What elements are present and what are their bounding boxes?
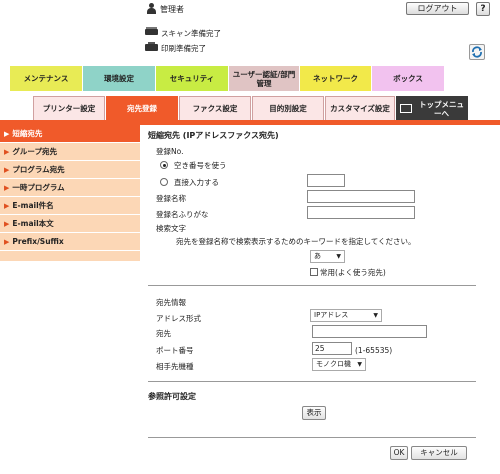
sidebar-item-label: E-mail本文 [12,219,54,228]
sidebar-item-speed-dial[interactable]: ▶ 短縮宛先 [0,125,140,143]
dest-info-label: 宛先情報 [156,298,186,307]
sidebar-item-program[interactable]: ▶ プログラム宛先 [0,161,140,179]
divider [148,437,476,438]
sidebar-item-prefix-suffix[interactable]: ▶ Prefix/Suffix [0,233,140,251]
search-label: 検索文字 [156,224,186,233]
chevron-down-icon: ▼ [373,312,378,319]
sidebar-item-temp-program[interactable]: ▶ 一時プログラム [0,179,140,197]
addr-format-label: アドレス形式 [156,314,201,323]
subtab-address-registration[interactable]: 宛先登録 [106,96,178,120]
tab-box[interactable]: ボックス [372,66,445,91]
subtab-top-menu-label: トップメニューへ [419,99,464,118]
sidebar-item-email-subject[interactable]: ▶ E-mail件名 [0,197,140,215]
user-label: 管理者 [160,5,184,14]
reg-furigana-input[interactable] [307,206,415,219]
display-button[interactable]: 表示 [302,406,326,420]
subtab-purpose-settings[interactable]: 目的別設定 [252,96,324,120]
subtab-customize-settings[interactable]: カスタマイズ設定 [325,96,395,120]
refresh-icon [472,46,482,58]
search-description: 宛先を登録名称で検索表示するためのキーワードを指定してください。 [176,237,416,246]
reg-no-label: 登録No. [156,147,184,156]
sidebar-item-label: 一時プログラム [12,183,65,192]
port-input[interactable]: 25 [312,342,352,355]
sidebar-item-label: Prefix/Suffix [12,237,64,246]
reg-name-label: 登録名称 [156,194,186,203]
printer-icon [145,42,158,52]
monitor-icon [400,104,412,113]
user-icon [146,3,156,14]
tab-environment[interactable]: 環境設定 [83,66,156,91]
sidebar-item-email-body[interactable]: ▶ E-mail本文 [0,215,140,233]
dest-input[interactable] [312,325,427,338]
sidebar-item-label: 短縮宛先 [12,129,43,138]
search-char-select[interactable]: あ ▼ [310,250,345,263]
arrow-right-icon: ▶ [4,166,10,174]
ref-section-label: 参照許可設定 [148,392,196,401]
logout-button[interactable]: ログアウト [406,2,469,15]
scanner-icon [145,27,158,37]
sidebar-item-label: E-mail件名 [12,201,54,210]
arrow-right-icon: ▶ [4,202,10,210]
sidebar-item-label: プログラム宛先 [12,165,65,174]
arrow-right-icon: ▶ [4,238,10,246]
subtab-fax-settings[interactable]: ファクス設定 [179,96,251,120]
frequent-label: 常用(よく使う宛先) [320,268,386,277]
tab-user-auth[interactable]: ユーザー認証/部門管理 [229,66,300,91]
help-button[interactable]: ? [476,2,490,16]
radio-manual-label: 直接入力する [174,178,219,187]
radio-auto-label: 空き番号を使う [174,161,227,170]
arrow-right-icon: ▶ [4,148,10,156]
print-status: 印刷準備完了 [161,44,206,53]
port-label: ポート番号 [156,346,194,355]
tab-maintenance[interactable]: メンテナンス [10,66,83,91]
addr-format-value: IPアドレス [314,311,349,319]
reg-name-input[interactable] [307,190,415,203]
device-select[interactable]: モノクロ機 ▼ [312,358,366,371]
chevron-down-icon: ▼ [336,253,341,260]
port-range: (1-65535) [355,346,393,355]
ok-button[interactable]: OK [390,446,408,460]
tab-network[interactable]: ネットワーク [300,66,372,91]
radio-use-free-number[interactable] [160,161,168,169]
device-value: モノクロ機 [316,360,351,368]
reg-no-input[interactable] [307,174,345,187]
cancel-button[interactable]: キャンセル [411,446,467,460]
sidebar-fill [0,251,140,261]
arrow-right-icon: ▶ [4,130,10,138]
form-title: 短縮宛先 (IPアドレスファクス宛先) [148,131,279,140]
divider [148,285,476,286]
reg-furigana-label: 登録名ふりがな [156,210,209,219]
dest-label: 宛先 [156,329,171,338]
divider [148,381,476,382]
arrow-right-icon: ▶ [4,220,10,228]
device-label: 相手先機種 [156,362,194,371]
radio-manual-number[interactable] [160,178,168,186]
refresh-button[interactable] [469,44,485,60]
sidebar-item-group[interactable]: ▶ グループ宛先 [0,143,140,161]
search-char-value: あ [314,252,321,260]
sidebar-item-label: グループ宛先 [12,147,57,156]
frequent-checkbox[interactable] [310,268,318,276]
tab-security[interactable]: セキュリティ [156,66,229,91]
scan-status: スキャン準備完了 [161,29,221,38]
addr-format-select[interactable]: IPアドレス ▼ [310,309,382,322]
subtab-printer-settings[interactable]: プリンター設定 [33,96,105,120]
subtab-top-menu[interactable]: トップメニューへ [396,96,468,120]
chevron-down-icon: ▼ [357,361,362,368]
arrow-right-icon: ▶ [4,184,10,192]
